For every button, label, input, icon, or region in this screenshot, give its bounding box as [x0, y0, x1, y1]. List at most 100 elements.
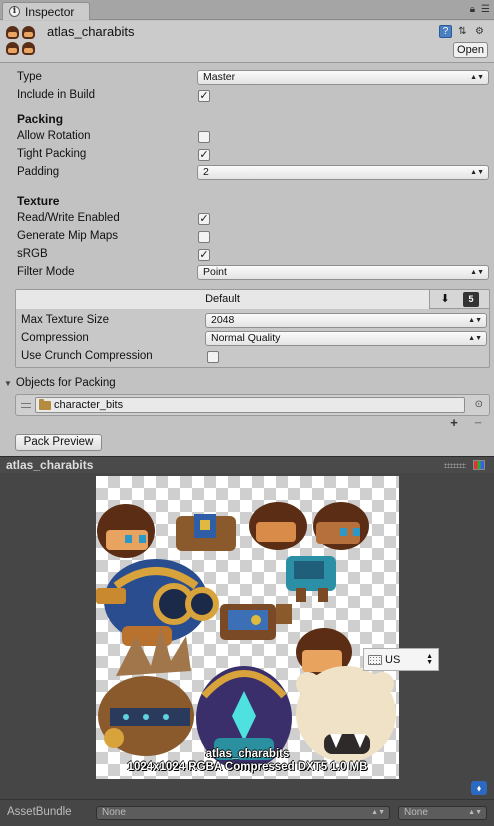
filter-row: Filter Mode Point ▲▼ [17, 264, 491, 281]
packing-heading: Packing [17, 112, 64, 126]
dropdown-arrow-icon: ▲▼ [468, 317, 482, 324]
sprite-armor [176, 514, 236, 551]
dropdown-arrow-icon: ▲▼ [470, 269, 484, 276]
sprite-head-1 [97, 504, 155, 558]
atlas-sprites [96, 502, 396, 770]
readwrite-label: Read/Write Enabled [17, 212, 120, 224]
include-row: Include in Build ✓ [17, 87, 491, 104]
label-tag-icon[interactable]: ⬧ [471, 781, 487, 795]
allow-rotation-row: Allow Rotation [17, 128, 491, 145]
pack-preview-button[interactable]: Pack Preview [15, 434, 102, 451]
crunch-row: Use Crunch Compression [21, 348, 487, 365]
max-size-label: Max Texture Size [21, 314, 109, 326]
download-platform-icon[interactable]: ⬇ [432, 292, 458, 307]
srgb-row: sRGB ✓ [17, 246, 491, 263]
dropdown-arrow-icon: ▲▼ [468, 809, 482, 816]
max-size-row: Max Texture Size 2048 ▲▼ [21, 312, 487, 329]
tab-bar: i Inspector 🔒︎ ☰ [0, 0, 494, 20]
html5-platform-icon[interactable]: 5 [463, 292, 479, 307]
max-size-dropdown[interactable]: 2048 ▲▼ [205, 313, 487, 328]
objects-list: character_bits ⊙ [15, 394, 490, 416]
padding-label: Padding [17, 166, 60, 178]
tight-packing-checkbox[interactable]: ✓ [198, 149, 210, 161]
mipmaps-label: Generate Mip Maps [17, 230, 118, 242]
dropdown-arrow-icon: ▲▼ [371, 809, 385, 816]
sprite-head-2 [249, 502, 307, 550]
assetbundle-name-dropdown[interactable]: None ▲▼ [96, 806, 390, 820]
type-label: Type [17, 71, 42, 83]
platform-settings: Default ⬇ 5 Max Texture Size 2048 ▲▼ Comp… [15, 289, 490, 368]
compression-dropdown[interactable]: Normal Quality ▲▼ [205, 331, 487, 346]
inspector-header: atlas_charabits ? ⇅ ⚙ Open [0, 21, 494, 63]
foldout-triangle-icon: ▼ [4, 379, 12, 388]
sprite-small-body [286, 556, 336, 602]
dropdown-arrow-icon: ▲▼ [468, 335, 482, 342]
type-dropdown[interactable]: Master ▲▼ [197, 70, 489, 85]
include-label: Include in Build [17, 89, 95, 101]
remove-item-button[interactable]: − [474, 416, 482, 431]
drag-handle-icon[interactable] [21, 403, 31, 408]
crunch-checkbox[interactable] [207, 351, 219, 363]
tab-default[interactable]: Default [16, 290, 430, 309]
filter-dropdown[interactable]: Point ▲▼ [197, 265, 489, 280]
crunch-label: Use Crunch Compression [21, 350, 153, 362]
srgb-label: sRGB [17, 248, 48, 260]
atlas-preview [96, 476, 399, 779]
list-item-label: character_bits [54, 399, 124, 411]
atlas-caption-info: 1024x1024 RGBA Compressed DXT5 1.0 MB [127, 761, 368, 773]
packing-section: Packing [17, 110, 491, 127]
stepper-arrows-icon[interactable]: ▲ ▼ [426, 653, 433, 666]
srgb-checkbox[interactable]: ✓ [198, 249, 210, 261]
mipmaps-checkbox[interactable] [198, 231, 210, 243]
info-icon: i [9, 6, 20, 17]
padding-dropdown[interactable]: 2 ▲▼ [197, 165, 489, 180]
sprite-goggle-helmet [96, 559, 219, 646]
menu-icon[interactable]: ☰ [481, 4, 490, 15]
compression-label: Compression [21, 332, 89, 344]
header-icons: ? ⇅ ⚙ [439, 25, 486, 38]
asset-thumbnail [5, 24, 39, 58]
sprite-head-3 [313, 502, 369, 550]
include-checkbox[interactable]: ✓ [198, 90, 210, 102]
preview-area: atlas_charabits 1024x1024 RGBA Compresse… [0, 473, 494, 799]
atlas-caption-name: atlas_charabits [205, 748, 290, 760]
open-button[interactable]: Open [453, 42, 488, 58]
resize-handle-icon[interactable] [444, 463, 466, 468]
type-row: Type Master ▲▼ [17, 69, 491, 86]
add-item-button[interactable]: + [450, 416, 458, 431]
preview-header: atlas_charabits [0, 456, 494, 473]
texture-heading: Texture [17, 194, 60, 208]
settings-gear-icon[interactable]: ⚙ [473, 25, 486, 38]
mipmaps-row: Generate Mip Maps [17, 228, 491, 245]
readwrite-checkbox[interactable]: ✓ [198, 213, 210, 225]
platform-tabs: Default ⬇ 5 [16, 290, 489, 309]
assetbundle-bar: AssetBundle None ▲▼ None ▲▼ [0, 799, 494, 826]
dropdown-arrow-icon: ▲▼ [470, 74, 484, 81]
keyboard-language-indicator[interactable]: US ▲ ▼ [363, 648, 439, 671]
assetbundle-label: AssetBundle [7, 806, 72, 818]
assetbundle-variant-dropdown[interactable]: None ▲▼ [398, 806, 487, 820]
color-channel-icon[interactable] [473, 460, 485, 470]
tight-packing-label: Tight Packing [17, 148, 87, 160]
compression-row: Compression Normal Quality ▲▼ [21, 330, 487, 347]
allow-rotation-checkbox[interactable] [198, 131, 210, 143]
preset-sliders-icon[interactable]: ⇅ [456, 25, 469, 38]
sprite-chest [220, 604, 292, 640]
list-item[interactable]: character_bits [35, 397, 465, 413]
objects-foldout[interactable]: ▼ Objects for Packing [4, 377, 116, 389]
tab-controls: 🔒︎ ☰ [470, 4, 490, 15]
filter-label: Filter Mode [17, 266, 75, 278]
texture-section: Texture [17, 192, 491, 209]
help-book-icon[interactable]: ? [439, 25, 452, 38]
folder-icon [39, 399, 51, 410]
dropdown-arrow-icon: ▲▼ [470, 169, 484, 176]
objects-header: Objects for Packing [15, 377, 116, 389]
readwrite-row: Read/Write Enabled ✓ [17, 210, 491, 227]
lock-icon[interactable]: 🔒︎ [470, 4, 475, 15]
object-picker-icon[interactable]: ⊙ [475, 399, 483, 410]
preview-title: atlas_charabits [6, 458, 94, 472]
tab-inspector[interactable]: i Inspector [2, 2, 90, 20]
tab-label: Inspector [25, 4, 75, 19]
asset-title: atlas_charabits [47, 24, 135, 39]
allow-rotation-label: Allow Rotation [17, 130, 91, 142]
